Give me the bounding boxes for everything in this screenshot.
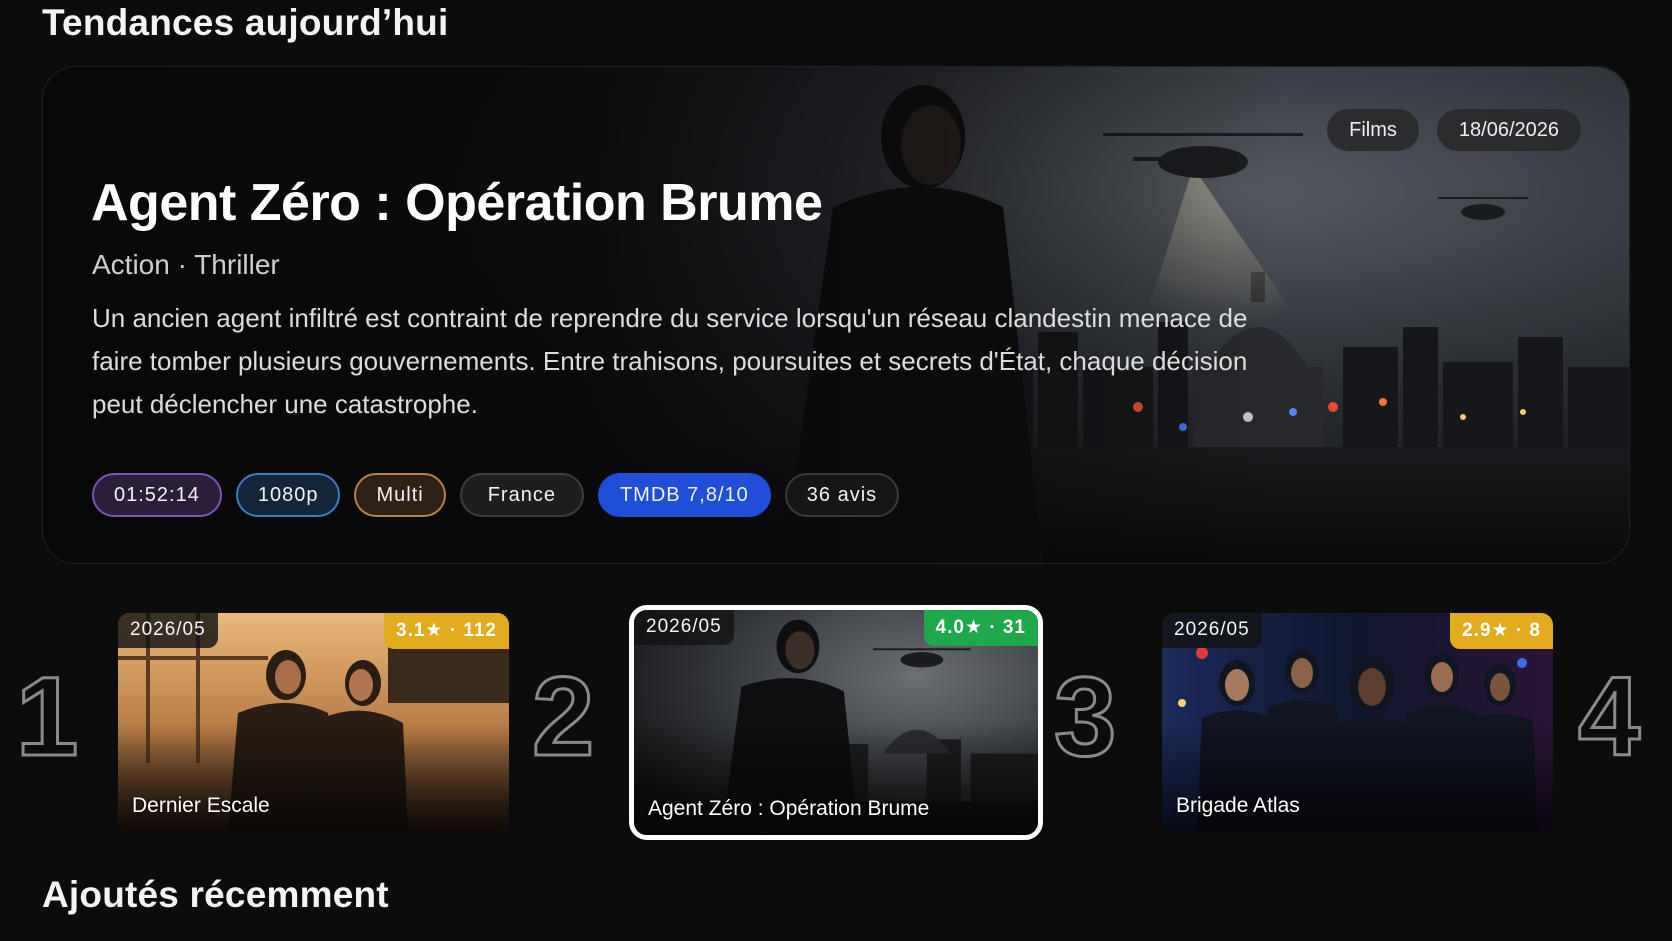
card-rating-badge: 4.0★ · 31 [923,610,1038,646]
quality-chip: 1080p [235,473,341,517]
hero-chips: 01:52:14 1080p Multi France TMDB 7,8/10 … [92,473,900,517]
runtime-chip: 01:52:14 [92,473,222,517]
card-date-badge: 2026/05 [634,610,734,645]
hero-title: Agent Zéro : Opération Brume [91,174,823,232]
rank-number: 2 [530,654,595,779]
trending-card-2[interactable]: 2026/05 4.0★ · 31 Agent Zéro : Opération… [629,605,1043,840]
trending-card-1[interactable]: 2026/05 3.1★ · 112 Dernier Escale [118,613,509,832]
category-tag[interactable]: Films [1327,109,1419,151]
card-title: Agent Zéro : Opération Brume [648,797,930,820]
hero-genres: Action · Thriller [92,249,280,280]
tmdb-rating-chip[interactable]: TMDB 7,8/10 [597,473,771,517]
country-chip: France [459,473,584,517]
card-rating-badge: 3.1★ · 112 [384,613,509,649]
release-date-tag: 18/06/2026 [1436,109,1581,151]
hero-tags: Films 18/06/2026 [1327,109,1581,151]
trending-section-title: Tendances aujourd’hui [42,2,449,43]
rank-number: 3 [1052,654,1117,779]
reviews-chip[interactable]: 36 avis [784,473,900,517]
rank-number: 1 [14,654,79,779]
trending-card-3[interactable]: 2026/05 2.9★ · 8 Brigade Atlas [1162,613,1553,832]
audio-chip: Multi [354,473,446,517]
card-rating-badge: 2.9★ · 8 [1450,613,1553,649]
card-title: Dernier Escale [132,794,270,817]
card-title: Brigade Atlas [1176,794,1300,817]
hero-description: Un ancien agent infiltré est contraint d… [92,303,1248,419]
rank-number: 4 [1576,654,1641,779]
card-date-badge: 2026/05 [1162,613,1262,648]
recent-section-title: Ajoutés récemment [42,874,389,915]
hero-banner[interactable]: Films 18/06/2026 Agent Zéro : Opération … [42,66,1630,564]
card-date-badge: 2026/05 [118,613,218,648]
